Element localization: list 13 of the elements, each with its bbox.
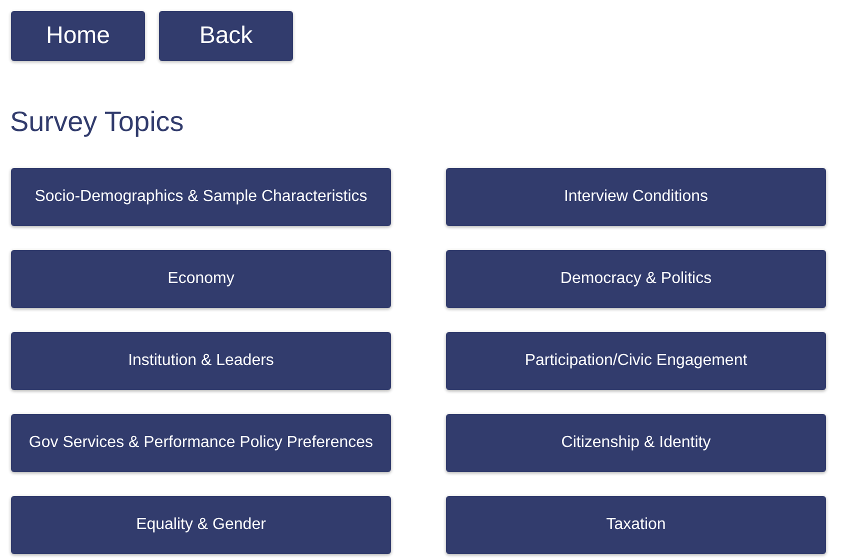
nav-button[interactable]: Home [11,11,145,61]
topic-button[interactable]: Economy [11,250,391,308]
topic-button[interactable]: Socio-Demographics & Sample Characteristics [11,168,391,226]
nav-button[interactable]: Back [159,11,293,61]
topic-button[interactable]: Participation/Civic Engagement [446,332,826,390]
page-title: Survey Topics [10,105,185,138]
topic-button[interactable]: Equality & Gender [11,496,391,554]
topic-button[interactable]: Taxation [446,496,826,554]
topic-button[interactable]: Democracy & Politics [446,250,826,308]
topic-button[interactable]: Citizenship & Identity [446,414,826,472]
topic-button[interactable]: Institution & Leaders [11,332,391,390]
topic-button[interactable]: Gov Services & Performance Policy Preferences [11,414,391,472]
topic-button[interactable]: Interview Conditions [446,168,826,226]
